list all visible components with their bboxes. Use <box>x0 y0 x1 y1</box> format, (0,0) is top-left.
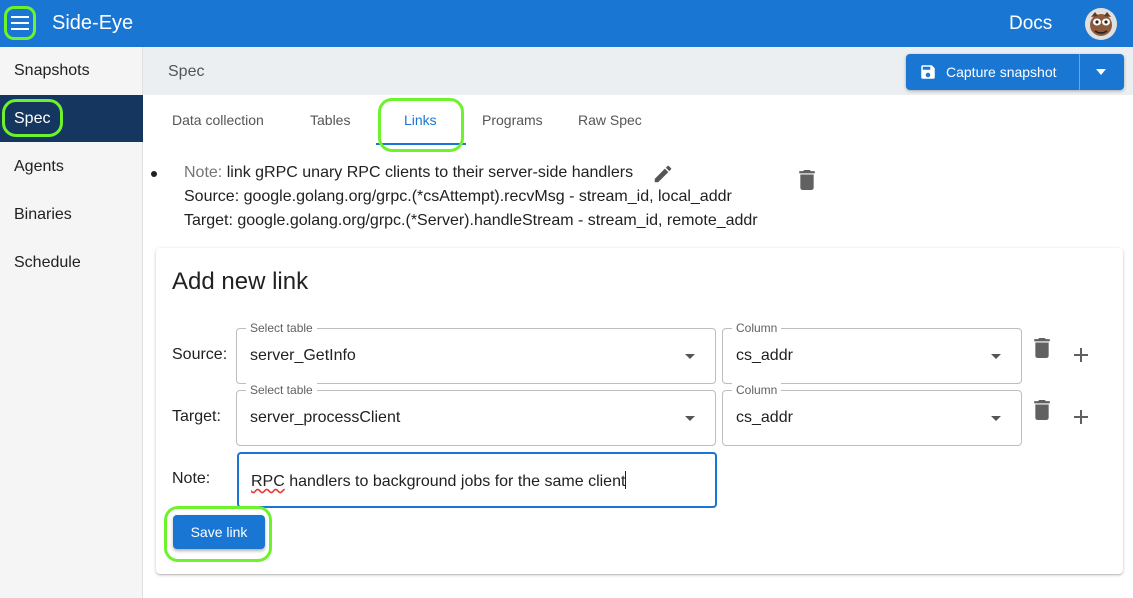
link-source-line: Source: google.golang.org/grpc.(*csAttem… <box>184 188 732 205</box>
card-title: Add new link <box>172 268 309 295</box>
sidebar-item-agents[interactable]: Agents <box>0 143 143 190</box>
highlight-annotation <box>164 506 272 562</box>
note-label: Note: <box>184 164 223 181</box>
source-label: Source: <box>172 346 228 363</box>
target-label: Target: <box>172 408 221 425</box>
select-table-label: Select table <box>246 321 317 335</box>
select-table-label: Select table <box>246 383 317 397</box>
target-table-value: server_processClient <box>250 409 401 426</box>
dropdown-arrow-icon <box>685 354 695 359</box>
dropdown-arrow-icon[interactable] <box>1096 69 1106 75</box>
sidebar-item-label: Schedule <box>14 254 81 271</box>
app-title: Side-Eye <box>52 12 134 34</box>
tab-programs[interactable]: Programs <box>482 112 543 128</box>
delete-target-icon[interactable] <box>1034 400 1050 420</box>
sidebar-item-label: Agents <box>14 158 64 175</box>
button-divider <box>1079 54 1080 90</box>
menu-button[interactable] <box>4 6 36 40</box>
link-note-text: link gRPC unary RPC clients to their ser… <box>226 164 634 181</box>
note-label: Note: <box>172 470 211 487</box>
note-input-text: handlers to background jobs for the same… <box>284 473 626 490</box>
sidebar-item-label: Snapshots <box>14 62 90 79</box>
edit-pencil-icon[interactable] <box>652 163 674 185</box>
source-table-select[interactable]: Select table server_GetInfo <box>236 321 716 384</box>
breadcrumb: Spec <box>168 63 205 80</box>
delete-source-icon[interactable] <box>1034 338 1050 358</box>
dropdown-arrow-icon <box>991 354 1001 359</box>
column-label: Column <box>732 383 782 397</box>
column-label: Column <box>732 321 782 335</box>
target-column-select[interactable]: Column cs_addr <box>722 383 1022 446</box>
target-column-value: cs_addr <box>736 409 793 426</box>
tab-tables[interactable]: Tables <box>310 112 350 128</box>
text-cursor <box>625 471 627 489</box>
delete-link-icon[interactable] <box>799 170 815 190</box>
docs-link[interactable]: Docs <box>1009 13 1052 35</box>
sidebar-item-spec[interactable]: Spec <box>0 95 143 142</box>
link-target-line: Target: google.golang.org/grpc.(*Server)… <box>184 212 758 229</box>
capture-snapshot-button[interactable]: Capture snapshot <box>906 54 1124 90</box>
sidebar-item-label: Binaries <box>14 206 72 223</box>
sidebar-item-schedule[interactable]: Schedule <box>0 239 143 286</box>
highlight-annotation <box>378 98 464 152</box>
add-source-icon[interactable] <box>1073 347 1089 363</box>
capture-snapshot-label: Capture snapshot <box>946 64 1057 80</box>
hamburger-menu-icon <box>11 16 29 30</box>
target-table-select[interactable]: Select table server_processClient <box>236 383 716 446</box>
dropdown-arrow-icon <box>685 416 695 421</box>
bullet <box>151 171 157 177</box>
source-column-value: cs_addr <box>736 347 793 364</box>
note-input[interactable]: RPC handlers to background jobs for the … <box>237 452 717 508</box>
tab-data-collection[interactable]: Data collection <box>172 112 264 128</box>
highlight-annotation <box>2 99 63 137</box>
spellcheck-word: RPC <box>251 473 285 490</box>
source-column-select[interactable]: Column cs_addr <box>722 321 1022 384</box>
app-bar: Side-Eye Docs <box>0 0 1133 47</box>
avatar-image-icon <box>1085 8 1117 40</box>
main-content: Data collection Tables Links Programs Ra… <box>143 95 1133 598</box>
sidebar-item-snapshots[interactable]: Snapshots <box>0 47 143 94</box>
sidebar: Snapshots Spec Agents Binaries Schedule <box>0 47 143 598</box>
save-icon <box>921 65 935 79</box>
add-link-card: Add new link Source: Select table server… <box>156 248 1123 574</box>
source-table-value: server_GetInfo <box>250 347 356 364</box>
dropdown-arrow-icon <box>991 416 1001 421</box>
add-target-icon[interactable] <box>1073 409 1089 425</box>
sidebar-item-binaries[interactable]: Binaries <box>0 191 143 238</box>
note-input-value: RPC handlers to background jobs for the … <box>251 471 627 491</box>
avatar[interactable] <box>1085 8 1117 40</box>
tab-raw-spec[interactable]: Raw Spec <box>578 112 642 128</box>
